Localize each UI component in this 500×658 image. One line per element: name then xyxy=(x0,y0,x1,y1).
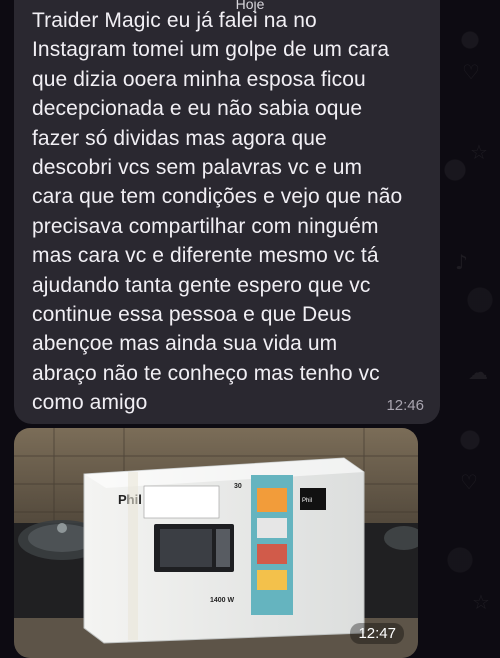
box-number-text: 30 xyxy=(234,483,242,490)
box-side-brand-text: Phil xyxy=(302,498,312,504)
heart-doodle-icon: ♡ xyxy=(462,60,480,84)
message-text: Traider Magic eu já falei na no Instagra… xyxy=(32,9,403,415)
message-timestamp: 12:46 xyxy=(386,397,424,414)
date-chip: Hoje xyxy=(235,0,265,12)
photo-timestamp: 12:47 xyxy=(350,623,404,644)
music-doodle-icon: ♪ xyxy=(455,250,468,274)
heart-doodle-icon: ♡ xyxy=(460,470,478,494)
box-power-text: 1400 W xyxy=(210,597,235,604)
cloud-doodle-icon: ☁ xyxy=(468,360,488,384)
star-doodle-icon: ☆ xyxy=(470,140,488,164)
incoming-photo-bubble[interactable]: Phil 30 Phil 1400 W 12:47 xyxy=(14,428,418,658)
star-doodle-icon: ☆ xyxy=(472,590,490,614)
incoming-message-bubble[interactable]: Traider Magic eu já falei na no Instagra… xyxy=(14,0,440,424)
